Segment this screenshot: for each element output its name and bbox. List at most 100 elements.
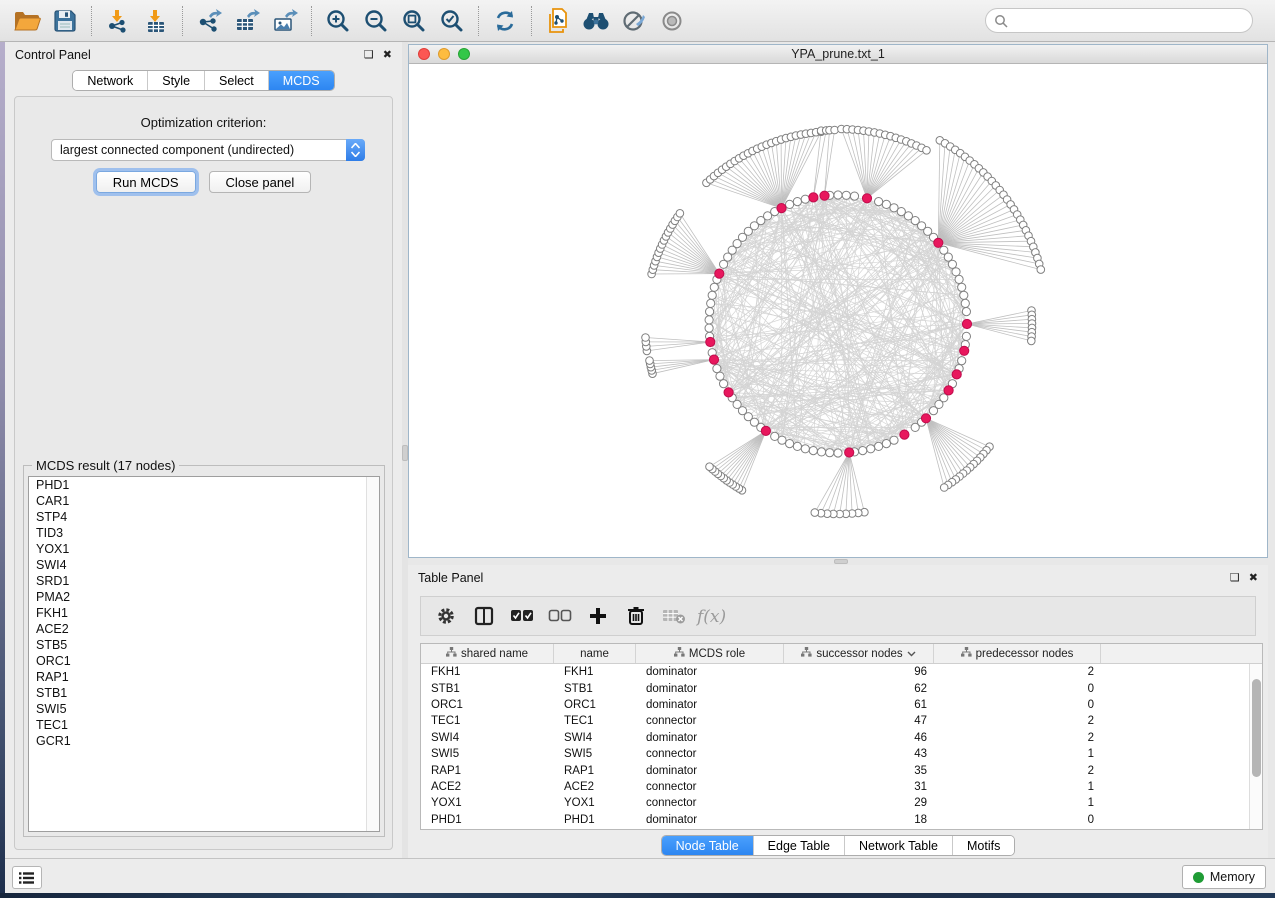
graph-node[interactable] [826,449,834,457]
network-documents-icon[interactable] [539,4,577,38]
graph-hub-node[interactable] [820,191,829,200]
graph-node[interactable] [809,447,817,455]
graph-hub-node[interactable] [761,426,770,435]
mcds-result-item[interactable]: TEC1 [29,717,379,733]
graph-hub-node[interactable] [934,238,943,247]
mcds-list-scrollbar[interactable] [366,477,379,831]
graph-node[interactable] [771,432,779,440]
select-all-icon[interactable] [505,600,539,632]
table-cell[interactable]: dominator [636,765,784,777]
zoom-in-icon[interactable] [319,4,357,38]
table-cell[interactable]: 46 [784,732,934,744]
import-network-icon[interactable] [99,4,137,38]
close-panel-button[interactable]: Close panel [209,171,312,193]
graph-node[interactable] [958,357,966,365]
table-cell[interactable]: TEC1 [421,715,554,727]
graph-hub-node[interactable] [944,386,953,395]
table-cell[interactable]: FKH1 [421,666,554,678]
table-row[interactable]: ORC1ORC1dominator610 [421,697,1249,713]
mcds-result-item[interactable]: PHD1 [29,477,379,493]
table-cell[interactable]: ORC1 [554,699,636,711]
criterion-select[interactable]: largest connected component (undirected) [51,139,365,161]
graph-hub-node[interactable] [724,388,733,397]
graph-hub-node[interactable] [715,269,724,278]
table-cell[interactable]: ORC1 [421,699,554,711]
graph-node[interactable] [710,283,718,291]
column-header-MCDS-role[interactable]: MCDS role [636,644,784,663]
graph-node[interactable] [875,442,883,450]
mcds-result-item[interactable]: SWI5 [29,701,379,717]
graph-node[interactable] [720,380,728,388]
column-header-shared-name[interactable]: shared name [421,644,554,663]
table-cell[interactable]: 2 [934,715,1101,727]
graph-hub-node[interactable] [809,193,818,202]
graph-node[interactable] [952,268,960,276]
add-column-icon[interactable] [581,600,615,632]
import-table-icon[interactable] [137,4,175,38]
table-cell[interactable]: 0 [934,683,1101,695]
tab-motifs[interactable]: Motifs [953,836,1014,855]
tab-network[interactable]: Network [73,71,148,90]
tab-edge-table[interactable]: Edge Table [754,836,845,855]
tab-mcds[interactable]: MCDS [269,71,334,90]
mcds-result-item[interactable]: ACE2 [29,621,379,637]
graph-node[interactable] [676,210,684,218]
table-cell[interactable]: connector [636,748,784,760]
table-cell[interactable]: 1 [934,781,1101,793]
graph-node[interactable] [962,308,970,316]
mcds-result-item[interactable]: SWI4 [29,557,379,573]
graph-node[interactable] [834,449,842,457]
network-titlebar[interactable]: YPA_prune.txt_1 [409,45,1267,64]
column-header-predecessor-nodes[interactable]: predecessor nodes [934,644,1101,663]
function-builder-icon[interactable]: f(x) [695,600,729,632]
graph-node[interactable] [705,316,713,324]
graph-node[interactable] [890,436,898,444]
table-cell[interactable]: 47 [784,715,934,727]
close-panel-icon[interactable]: ✖ [383,50,392,61]
graph-node[interactable] [706,308,714,316]
table-row[interactable]: SWI5SWI5connector431 [421,746,1249,762]
table-cell[interactable]: 2 [934,765,1101,777]
table-cell[interactable]: 35 [784,765,934,777]
table-row[interactable]: RAP1RAP1dominator352 [421,762,1249,778]
graph-node[interactable] [929,407,937,415]
table-cell[interactable]: SWI4 [554,732,636,744]
table-cell[interactable]: PHD1 [554,814,636,826]
graph-node[interactable] [708,291,716,299]
graph-hub-node[interactable] [706,337,715,346]
task-history-button[interactable] [12,866,42,889]
delete-table-icon[interactable] [657,600,691,632]
table-cell[interactable]: 31 [784,781,934,793]
table-cell[interactable]: PHD1 [421,814,554,826]
table-cell[interactable]: ACE2 [554,781,636,793]
table-cell[interactable]: dominator [636,699,784,711]
table-row[interactable]: STB1STB1dominator620 [421,680,1249,696]
graph-hub-node[interactable] [845,448,854,457]
mcds-result-item[interactable]: ORC1 [29,653,379,669]
mcds-result-item[interactable]: SRD1 [29,573,379,589]
graph-hub-node[interactable] [862,194,871,203]
table-row[interactable]: TEC1TEC1connector472 [421,713,1249,729]
mcds-result-item[interactable]: FKH1 [29,605,379,621]
tab-style[interactable]: Style [148,71,205,90]
graph-node[interactable] [923,147,931,155]
graph-node[interactable] [859,447,867,455]
graph-hub-node[interactable] [777,204,786,213]
graph-node[interactable] [955,275,963,283]
mcds-result-item[interactable]: YOX1 [29,541,379,557]
table-cell[interactable]: 18 [784,814,934,826]
tab-select[interactable]: Select [205,71,269,90]
table-cell[interactable]: TEC1 [554,715,636,727]
table-cell[interactable]: dominator [636,814,784,826]
graph-node[interactable] [882,200,890,208]
graph-hub-node[interactable] [960,346,969,355]
table-cell[interactable]: RAP1 [421,765,554,777]
graph-node[interactable] [882,440,890,448]
table-settings-gear-icon[interactable] [429,600,463,632]
graph-node[interactable] [793,198,801,206]
table-cell[interactable]: 1 [934,748,1101,760]
zoom-fit-icon[interactable] [395,4,433,38]
graph-node[interactable] [707,299,715,307]
network-graph-canvas[interactable] [409,64,1267,557]
memory-button[interactable]: Memory [1182,865,1266,889]
